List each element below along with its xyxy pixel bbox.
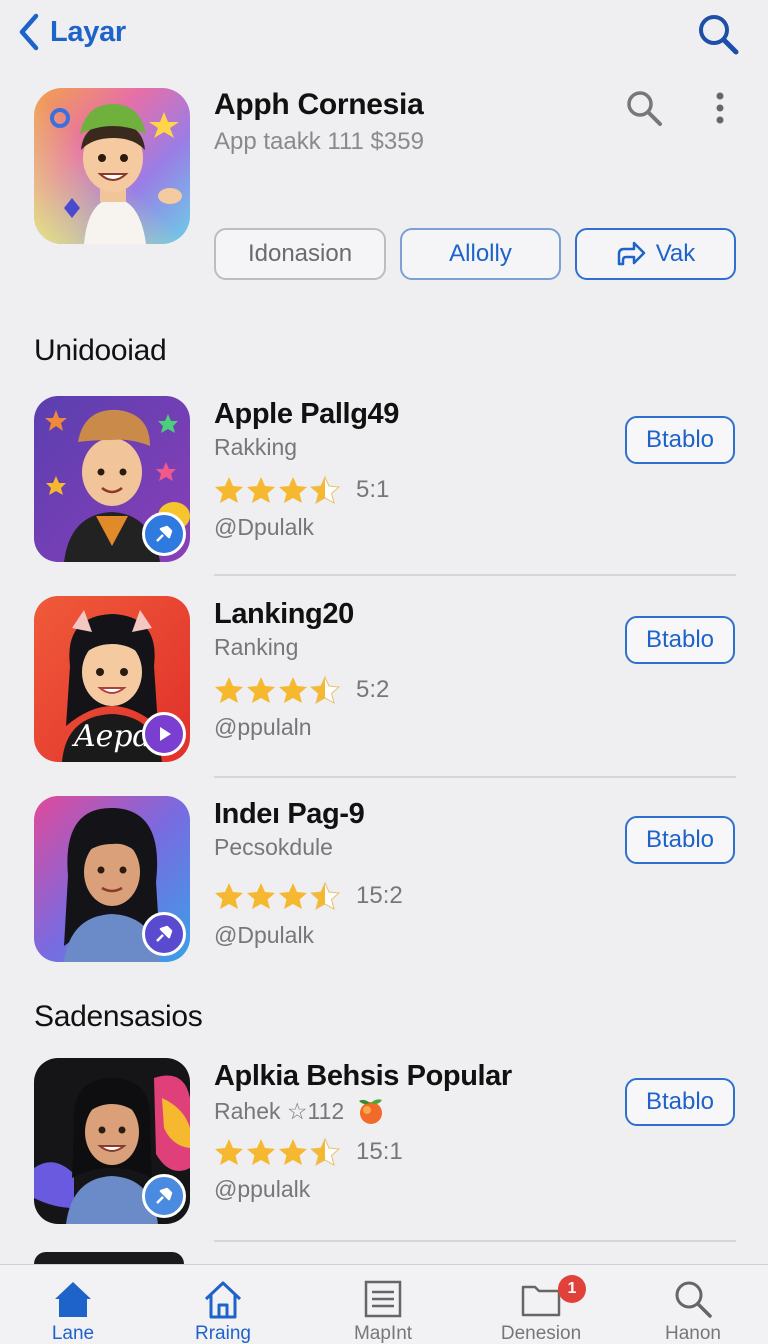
allolly-button[interactable]: Allolly bbox=[400, 228, 561, 280]
tab-mapint[interactable]: MapInt bbox=[318, 1265, 448, 1344]
app-name: Lanking20 bbox=[214, 598, 354, 630]
list-item[interactable]: Indeı Pag-9 Pecsokdule 15:2 @Dpulalk Bta… bbox=[0, 796, 768, 976]
app-name: Apple Pallg49 bbox=[214, 398, 399, 430]
star-icon bbox=[247, 677, 275, 703]
star-rating: 5:1 bbox=[214, 476, 389, 504]
get-button[interactable]: Btablo bbox=[625, 1078, 735, 1126]
star-icon bbox=[247, 1139, 275, 1165]
pin-icon bbox=[142, 1174, 186, 1218]
app-icon bbox=[34, 1058, 190, 1224]
app-category: Pecsokdule bbox=[214, 834, 333, 860]
app-category-label: Rahek ☆112 bbox=[214, 1097, 345, 1124]
app-category: Ranking bbox=[214, 634, 299, 660]
star-icon bbox=[215, 677, 243, 703]
star-icon bbox=[247, 477, 275, 503]
half-star-icon bbox=[310, 476, 340, 504]
featured-app-subtitle: App taakk 111 $359 bbox=[214, 128, 424, 155]
star-icon bbox=[215, 883, 243, 909]
star-rating: 15:1 bbox=[214, 1138, 403, 1166]
share-button[interactable]: Vak bbox=[575, 228, 736, 280]
tab-rraing[interactable]: Rraing bbox=[158, 1265, 288, 1344]
donation-button[interactable]: Idonasion bbox=[214, 228, 386, 280]
star-rating: 15:2 bbox=[214, 882, 403, 910]
divider bbox=[214, 1240, 736, 1242]
more-vertical-icon[interactable] bbox=[706, 88, 734, 128]
list-item[interactable]: Apple Pallg49 Rakking 5:1 @Dpulalk Btabl… bbox=[0, 396, 768, 576]
share-icon bbox=[617, 241, 645, 266]
chevron-left-icon bbox=[19, 13, 39, 51]
pin-icon bbox=[142, 912, 186, 956]
tab-label: MapInt bbox=[353, 1323, 413, 1344]
featured-app-header: Apph Cornesia App taakk 111 $359 Idonasi… bbox=[0, 80, 768, 300]
pin-icon bbox=[142, 512, 186, 556]
half-star-icon bbox=[310, 676, 340, 704]
folder-icon bbox=[521, 1285, 561, 1317]
app-category: Rakking bbox=[214, 434, 298, 460]
tab-label: Hanon bbox=[665, 1323, 721, 1344]
home-icon bbox=[55, 1282, 91, 1317]
half-star-icon bbox=[310, 882, 340, 910]
back-button[interactable]: Layar bbox=[16, 10, 126, 54]
app-developer-handle[interactable]: @Dpulalk bbox=[214, 922, 314, 949]
star-icon bbox=[215, 477, 243, 503]
star-icon bbox=[279, 677, 307, 703]
app-developer-handle[interactable]: @ppulalk bbox=[214, 1176, 310, 1203]
app-name: Indeı Pag-9 bbox=[214, 798, 365, 830]
app-name: Aplkia Behsis Popular bbox=[214, 1060, 512, 1092]
list-icon bbox=[364, 1280, 402, 1318]
get-button[interactable]: Btablo bbox=[625, 616, 735, 664]
back-label: Layar bbox=[50, 15, 126, 48]
app-icon bbox=[34, 796, 190, 962]
app-developer-handle[interactable]: @ppulaln bbox=[214, 714, 312, 741]
app-category: Rahek ☆112 bbox=[214, 1096, 386, 1126]
rating-text: 5:1 bbox=[356, 476, 390, 503]
tab-label: Denesion bbox=[500, 1323, 582, 1344]
list-item[interactable]: Aplkia Behsis Popular Rahek ☆112 15:1 @p… bbox=[0, 1058, 768, 1238]
star-icon bbox=[215, 1139, 243, 1165]
search-icon[interactable] bbox=[696, 12, 740, 56]
section-title: Unidooiad bbox=[34, 334, 167, 367]
tab-hanon[interactable]: Hanon bbox=[628, 1265, 758, 1344]
star-icon bbox=[279, 1139, 307, 1165]
app-icon: Aepd bbox=[34, 596, 190, 762]
svg-text:Aepd: Aepd bbox=[71, 719, 152, 754]
app-icon bbox=[34, 396, 190, 562]
divider bbox=[214, 574, 736, 576]
house-outline-icon bbox=[204, 1281, 242, 1319]
app-developer-handle[interactable]: @Dpulalk bbox=[214, 514, 314, 541]
get-button[interactable]: Btablo bbox=[625, 416, 735, 464]
tab-label: Rraing bbox=[195, 1323, 251, 1344]
half-star-icon bbox=[310, 1138, 340, 1166]
rating-text: 15:1 bbox=[356, 1138, 403, 1165]
play-icon bbox=[142, 712, 186, 756]
tab-lane[interactable]: Lane bbox=[8, 1265, 138, 1344]
search-icon bbox=[675, 1281, 712, 1318]
star-icon bbox=[279, 477, 307, 503]
share-label: Vak bbox=[655, 240, 696, 267]
rating-text: 15:2 bbox=[356, 882, 403, 909]
notification-badge: 1 bbox=[558, 1275, 586, 1303]
bottom-tab-bar: Lane Rraing MapInt 1 Denesion Hanon bbox=[0, 1264, 768, 1344]
section-title: Sadensasios bbox=[34, 1000, 203, 1033]
rating-text: 5:2 bbox=[356, 676, 390, 703]
featured-app-icon[interactable] bbox=[34, 88, 190, 244]
star-icon bbox=[247, 883, 275, 909]
divider bbox=[214, 776, 736, 778]
peach-icon bbox=[359, 1099, 383, 1124]
tab-denesion[interactable]: 1 Denesion bbox=[476, 1265, 606, 1344]
star-rating: 5:2 bbox=[214, 676, 389, 704]
star-icon bbox=[279, 883, 307, 909]
get-button[interactable]: Btablo bbox=[625, 816, 735, 864]
search-icon[interactable] bbox=[624, 88, 664, 128]
featured-app-title: Apph Cornesia bbox=[214, 88, 424, 121]
top-nav-bar: Layar bbox=[0, 0, 768, 70]
list-item[interactable]: Aepd Lanking20 Ranking 5:2 @ppulaln Btab… bbox=[0, 596, 768, 776]
tab-label: Lane bbox=[51, 1323, 95, 1344]
